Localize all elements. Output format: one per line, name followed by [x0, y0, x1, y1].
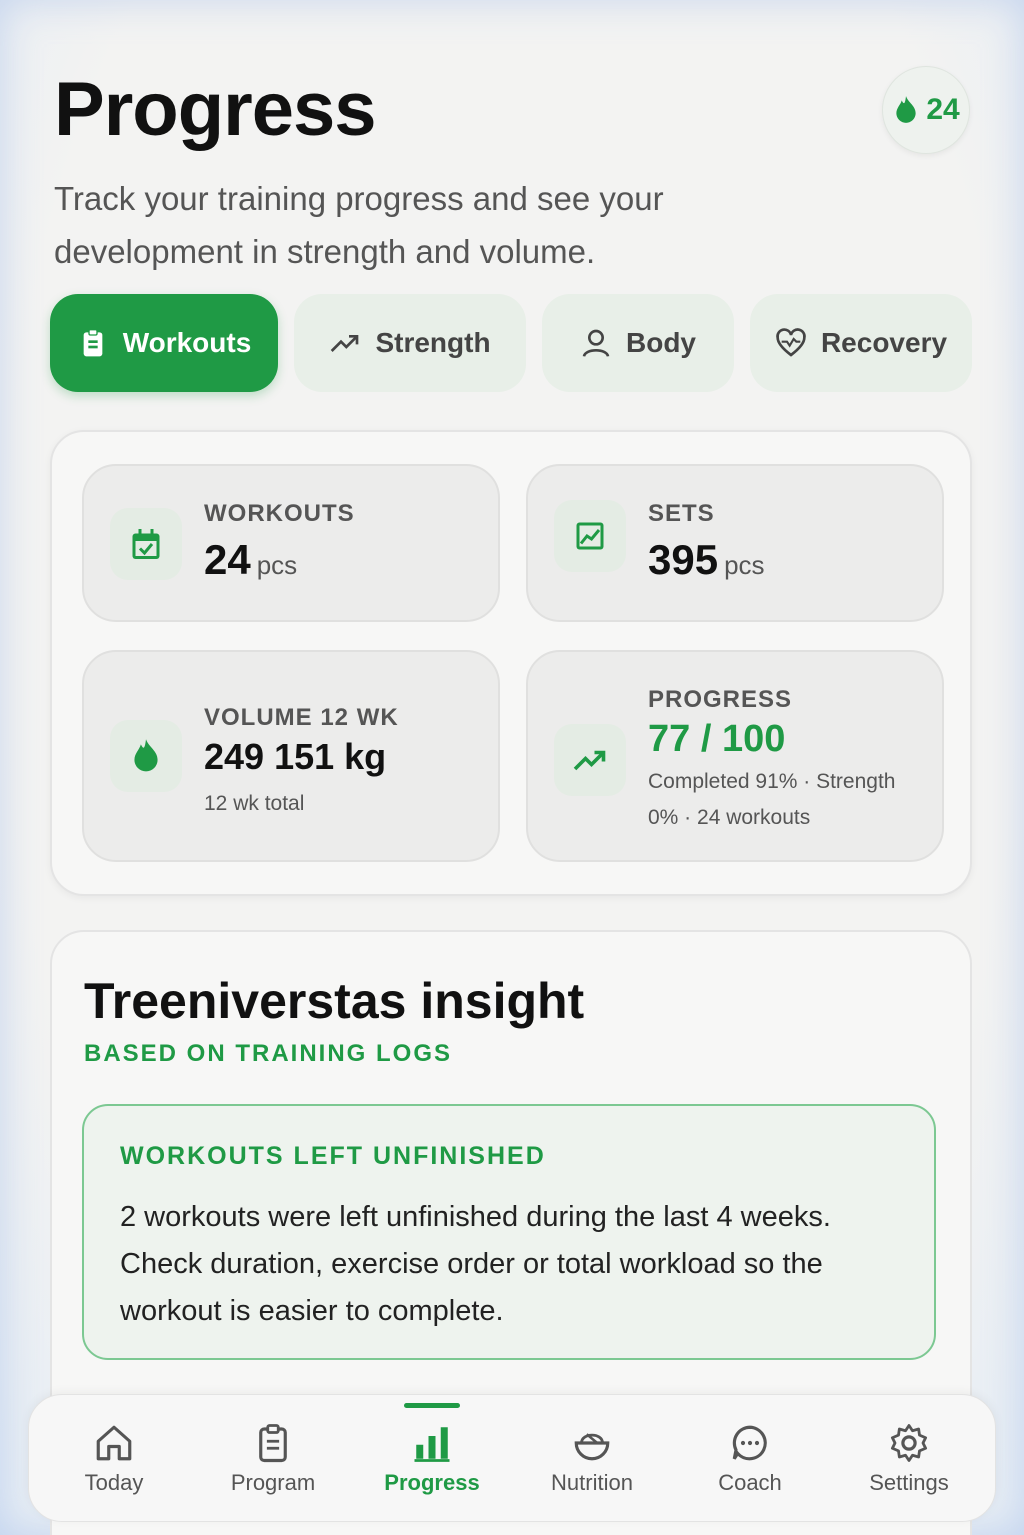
tab-label: Body	[626, 327, 696, 358]
nav-label: Settings	[869, 1470, 949, 1495]
tab-label: Recovery	[820, 327, 948, 358]
clipboard-icon	[259, 1424, 287, 1463]
clipboard-icon	[83, 329, 103, 357]
nav-settings[interactable]: Settings	[839, 1395, 979, 1523]
nav-today[interactable]: Today	[44, 1395, 184, 1523]
nav-label: Today	[84, 1470, 144, 1495]
nav-coach[interactable]: Coach	[680, 1395, 820, 1523]
insight-alert-body: 2 workouts were left unfinished during t…	[120, 1201, 831, 1327]
streak-badge[interactable]: 24	[882, 66, 970, 154]
tab-label: Workouts	[122, 327, 252, 358]
nav-label: Coach	[718, 1470, 782, 1495]
stat-note: Completed 91% · Strength 0% · 24 workout…	[648, 770, 896, 829]
stat-workouts[interactable]: WORKOUTS 24 pcs	[82, 464, 500, 622]
stat-label: PROGRESS	[648, 686, 793, 713]
trend-up-icon	[331, 335, 359, 352]
stat-value: 24 pcs	[204, 536, 297, 584]
page-subtitle: Track your training progress and see you…	[54, 180, 664, 270]
stat-unit: pcs	[256, 550, 298, 580]
gear-icon	[890, 1424, 928, 1462]
chart-image-icon	[576, 522, 604, 550]
flame-icon	[134, 739, 158, 772]
stat-value: 249 151 kg	[204, 736, 387, 777]
heart-pulse-icon	[776, 328, 806, 357]
stat-note: 12 wk total	[204, 792, 305, 815]
tab-workouts[interactable]: Workouts	[50, 294, 278, 392]
stat-icon-box	[110, 508, 182, 580]
stat-label: SETS	[648, 500, 715, 527]
calendar-check-icon	[132, 529, 160, 559]
stat-unit: pcs	[724, 550, 765, 580]
bowl-icon	[574, 1433, 610, 1461]
stat-icon-box	[110, 720, 182, 792]
home-icon	[96, 1425, 132, 1461]
nav-nutrition[interactable]: Nutrition	[522, 1395, 662, 1523]
nav-program[interactable]: Program	[203, 1395, 343, 1523]
insight-title: Treeniverstas insight	[84, 973, 585, 1029]
page-title: Progress	[54, 67, 377, 152]
trend-up-icon	[573, 750, 606, 771]
nav-progress[interactable]: Progress	[362, 1395, 502, 1523]
stat-number: 24	[204, 536, 251, 583]
stat-icon-box	[554, 724, 626, 796]
stat-volume[interactable]: VOLUME 12 WK 249 151 kg 12 wk total	[82, 650, 500, 862]
nav-label: Program	[230, 1470, 316, 1495]
stat-icon-box	[554, 500, 626, 572]
stat-label: VOLUME 12 WK	[204, 704, 399, 731]
nav-label: Progress	[384, 1470, 480, 1495]
stat-sets[interactable]: SETS 395 pcs	[526, 464, 944, 622]
progress-tabs: Workouts Strength Body Recovery	[50, 294, 974, 392]
stat-label: WORKOUTS	[204, 500, 355, 527]
person-icon	[582, 329, 610, 357]
tab-recovery[interactable]: Recovery	[750, 294, 972, 392]
flame-icon	[896, 96, 916, 123]
insight-alert[interactable]: WORKOUTS LEFT UNFINISHED 2 workouts were…	[82, 1104, 936, 1360]
page-header: Progress Track your training progress an…	[54, 70, 854, 278]
bar-chart-icon	[414, 1427, 450, 1462]
streak-count: 24	[926, 93, 960, 126]
stat-value: 77 / 100	[648, 718, 786, 760]
bottom-nav: Today Program Progress Nutrition Coach S…	[28, 1394, 996, 1522]
chat-icon	[732, 1425, 767, 1461]
tab-body[interactable]: Body	[542, 294, 734, 392]
nav-label: Nutrition	[551, 1470, 633, 1495]
tab-strength[interactable]: Strength	[294, 294, 526, 392]
stats-card: WORKOUTS 24 pcs SETS 395 pcs VOLUME 12 WK …	[50, 430, 972, 896]
stat-value: 395 pcs	[648, 536, 765, 584]
insight-subtitle: BASED ON TRAINING LOGS	[84, 1040, 453, 1067]
stat-number: 395	[648, 536, 719, 583]
insight-alert-heading: WORKOUTS LEFT UNFINISHED	[120, 1142, 546, 1170]
stat-progress[interactable]: PROGRESS 77 / 100 Completed 91% · Streng…	[526, 650, 944, 862]
tab-label: Strength	[375, 327, 491, 358]
